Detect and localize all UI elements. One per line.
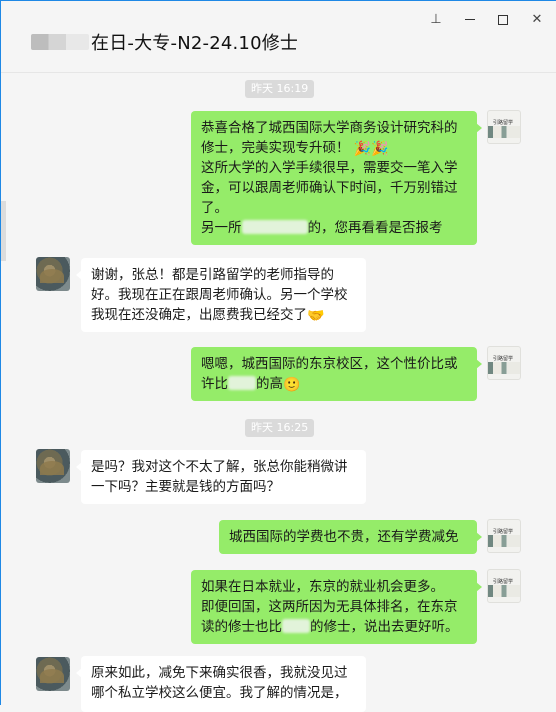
message-line: 另一所 bbox=[201, 220, 242, 236]
avatar-contact[interactable] bbox=[36, 657, 70, 691]
close-button[interactable]: ✕ bbox=[526, 11, 548, 29]
redacted-text bbox=[241, 220, 308, 234]
pin-button[interactable]: ⊥ bbox=[425, 11, 447, 29]
maximize-button[interactable] bbox=[492, 11, 514, 29]
message-line: 我现在还没确定，出愿费我已经交了 bbox=[91, 307, 307, 323]
avatar-logo-text: 引路留学 bbox=[493, 579, 514, 585]
message-bubble-me[interactable]: 城西国际的学费也不贵，还有学费减免 bbox=[219, 520, 482, 554]
message-line: 金，可以跟周老师确认下时间，千万别错过 bbox=[201, 180, 458, 196]
message-line: 这所大学的入学手续很早，需要交一笔入学 bbox=[201, 160, 458, 176]
avatar-logo-text: 引路留学 bbox=[493, 356, 514, 362]
message-line: 的，您再看看是否报考 bbox=[307, 220, 443, 236]
chat-window: ⊥ ✕ 在日-大专-N2-24.10修士 昨天 16:19 引路留学 恭喜合格了… bbox=[0, 0, 556, 712]
avatar-me[interactable]: 引路留学 bbox=[487, 110, 521, 144]
message-line: 如果在日本就业，东京的就业机会更多。 bbox=[201, 579, 444, 595]
message-line: 哪个私立学校这么便宜。我了解的情况是， bbox=[91, 685, 348, 701]
message-bubble-me[interactable]: 恭喜合格了城西国际大学商务设计研究科的 修士，完美实现专升硕！ 🎉🎉 这所大学的… bbox=[191, 111, 482, 245]
party-emoji-icon: 🎉 bbox=[353, 141, 372, 157]
redacted-text bbox=[282, 619, 310, 633]
message-line: 许比 bbox=[201, 376, 228, 392]
message-bubble-contact[interactable]: 谢谢，张总！都是引路留学的老师指导的 好。我现在正在跟周老师确认。另一个学校 我… bbox=[76, 258, 366, 332]
message-bubble-me[interactable]: 如果在日本就业，东京的就业机会更多。 即便回国，这两所因为无具体排名，在东京 读… bbox=[191, 570, 482, 644]
handshake-emoji-icon: 🤝 bbox=[307, 308, 325, 324]
avatar-me[interactable]: 引路留学 bbox=[487, 346, 521, 380]
message-line: 即便回国，这两所因为无具体排名，在东京 bbox=[201, 599, 458, 615]
avatar-contact[interactable] bbox=[36, 257, 70, 291]
avatar-logo-text: 引路留学 bbox=[493, 120, 514, 126]
message-line: 的高 bbox=[256, 376, 283, 392]
message-line: 谢谢，张总！都是引路留学的老师指导的 bbox=[91, 267, 334, 283]
scrollbar[interactable] bbox=[1, 201, 6, 261]
message-bubble-me[interactable]: 嗯嗯，城西国际的东京校区，这个性价比或 许比 的高🙂 bbox=[191, 347, 482, 401]
timestamp: 昨天 16:25 bbox=[245, 419, 315, 437]
message-line: 恭喜合格了城西国际大学商务设计研究科的 bbox=[201, 120, 458, 136]
title-bar: ⊥ ✕ 在日-大专-N2-24.10修士 bbox=[1, 1, 556, 73]
pin-icon: ⊥ bbox=[430, 12, 442, 27]
message-line: 读的修士也比 bbox=[201, 619, 282, 635]
party-emoji-icon: 🎉 bbox=[371, 141, 389, 157]
chat-title: 在日-大专-N2-24.10修士 bbox=[91, 33, 299, 54]
minimize-button[interactable] bbox=[459, 11, 481, 29]
message-line: 的修士，说出去更好听。 bbox=[310, 619, 459, 635]
redacted-contact-name bbox=[31, 34, 89, 50]
close-icon: ✕ bbox=[531, 12, 543, 27]
message-line: 原来如此，减免下来确实很香，我就没见过 bbox=[91, 665, 348, 681]
chat-title-row: 在日-大专-N2-24.10修士 bbox=[31, 29, 298, 55]
smile-emoji-icon: 🙂 bbox=[283, 377, 301, 393]
minimize-icon bbox=[465, 19, 475, 20]
maximize-icon bbox=[498, 14, 508, 25]
avatar-contact[interactable] bbox=[36, 449, 70, 483]
message-line: 修士，完美实现专升硕！ bbox=[201, 140, 350, 156]
avatar-me[interactable]: 引路留学 bbox=[487, 569, 521, 603]
redacted-text bbox=[228, 376, 256, 390]
message-line: 是吗？我对这个不太了解，张总你能稍微讲 bbox=[91, 459, 348, 475]
message-bubble-contact[interactable]: 原来如此，减免下来确实很香，我就没见过 哪个私立学校这么便宜。我了解的情况是， bbox=[76, 656, 366, 712]
avatar-logo-text: 引路留学 bbox=[493, 529, 514, 535]
timestamp: 昨天 16:19 bbox=[245, 80, 315, 98]
message-line: 嗯嗯，城西国际的东京校区，这个性价比或 bbox=[201, 356, 458, 372]
message-line: 城西国际的学费也不贵，还有学费减免 bbox=[229, 529, 459, 545]
message-bubble-contact[interactable]: 是吗？我对这个不太了解，张总你能稍微讲 一下吗？主要就是钱的方面吗？ bbox=[76, 450, 366, 504]
message-line: 一下吗？主要就是钱的方面吗？ bbox=[91, 479, 280, 495]
message-line: 了。 bbox=[201, 200, 228, 216]
avatar-me[interactable]: 引路留学 bbox=[487, 519, 521, 553]
message-line: 好。我现在正在跟周老师确认。另一个学校 bbox=[91, 287, 348, 303]
